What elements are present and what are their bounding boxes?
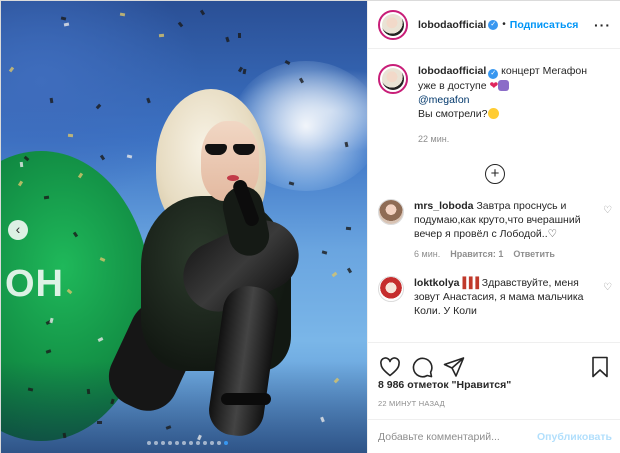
- reply-button[interactable]: Ответить: [513, 249, 555, 259]
- carousel-dot: [210, 441, 214, 445]
- confetti-piece: [126, 154, 133, 159]
- comment-like-heart-icon[interactable]: ♡: [603, 205, 612, 216]
- mention-link[interactable]: @megafon: [418, 94, 470, 106]
- bookmark-icon[interactable]: [588, 355, 612, 379]
- header-separator: •: [502, 19, 506, 30]
- confetti-piece: [60, 16, 67, 21]
- avatar[interactable]: [378, 9, 408, 40]
- confetti-piece: [86, 388, 91, 395]
- confetti-piece: [237, 32, 242, 39]
- carousel-dot: [196, 441, 200, 445]
- comment-avatar[interactable]: [378, 199, 404, 225]
- grinning-emoji-icon: [487, 108, 499, 119]
- confetti-piece: [346, 267, 353, 274]
- comment-icon[interactable]: [410, 355, 434, 379]
- comment-time: 6 мин.: [414, 249, 441, 259]
- confetti-piece: [345, 226, 352, 231]
- comment-username[interactable]: mrs_loboda: [414, 200, 474, 212]
- confetti-piece: [67, 133, 74, 138]
- share-icon[interactable]: [442, 355, 466, 379]
- post-photo[interactable]: ОН ‹: [1, 1, 367, 453]
- stage-shadow: [1, 361, 367, 453]
- confetti-piece: [49, 97, 54, 104]
- carousel-dot: [147, 441, 151, 445]
- singer-shoe: [221, 393, 271, 405]
- list-item: mrs_loboda Завтра проснусь и подумаю,как…: [378, 199, 612, 261]
- carousel-dot: [224, 441, 228, 445]
- comment-likes-link[interactable]: Нравится: 1: [450, 249, 503, 259]
- post-timestamp[interactable]: 22 МИНУТ НАЗАД: [378, 399, 445, 408]
- confetti-piece: [119, 12, 126, 17]
- confetti-piece: [63, 22, 70, 27]
- confetti-piece: [177, 21, 184, 28]
- heart-icon[interactable]: [378, 355, 402, 379]
- comments-section[interactable]: lobodaofficial ✓ концерт Мегафон уже в до…: [368, 50, 620, 342]
- caption: lobodaofficial ✓ концерт Мегафон уже в до…: [378, 64, 612, 146]
- comment-text-block: loktkolya ▌▌▌Здравствуйте, меня зовут Ан…: [414, 276, 596, 318]
- caption-text-block: lobodaofficial ✓ концерт Мегафон уже в до…: [418, 64, 608, 146]
- confetti-piece: [158, 33, 165, 38]
- comment-avatar[interactable]: [378, 276, 404, 302]
- publish-button[interactable]: Опубликовать: [537, 431, 612, 443]
- confetti-piece: [199, 9, 206, 16]
- action-bar: [368, 342, 620, 382]
- caption-question: Вы смотрели?: [418, 108, 488, 120]
- red-bars-emoji-icon: ▌▌▌: [462, 277, 482, 289]
- previous-slide-button[interactable]: ‹: [8, 220, 28, 240]
- red-heart-emoji-icon: ❤: [489, 80, 499, 92]
- post-header: lobodaofficial ✓ • Подписаться ···: [368, 1, 620, 49]
- comment-text-block: mrs_loboda Завтра проснусь и подумаю,как…: [414, 199, 596, 261]
- comment-avatar-image: [379, 277, 403, 301]
- caption-time: 22 мин.: [418, 134, 450, 144]
- carousel-dots: [147, 441, 228, 447]
- carousel-dot: [182, 441, 186, 445]
- confetti-piece: [62, 432, 67, 439]
- person-emoji-icon: [498, 80, 510, 91]
- confetti-piece: [225, 36, 230, 43]
- comment-input[interactable]: [378, 431, 538, 443]
- carousel-dot: [189, 441, 193, 445]
- confetti-piece: [321, 250, 328, 255]
- post-sidebar: lobodaofficial ✓ • Подписаться ··· lobod…: [367, 1, 620, 453]
- add-comment-bar: Опубликовать: [368, 419, 620, 453]
- verified-badge-icon: ✓: [488, 19, 499, 30]
- comment-like-heart-icon[interactable]: ♡: [603, 282, 612, 293]
- instagram-post: ОН ‹ lobodaofficial ✓ • Подписаться ···: [0, 0, 620, 453]
- comment-avatar-image: [379, 200, 403, 224]
- verified-badge-icon: ✓: [488, 69, 499, 79]
- more-options-icon[interactable]: ···: [594, 17, 611, 33]
- banner-text: ОН: [5, 263, 64, 305]
- confetti-piece: [99, 154, 106, 161]
- carousel-dot: [161, 441, 165, 445]
- carousel-dot: [168, 441, 172, 445]
- confetti-piece: [146, 97, 151, 104]
- avatar-image: [382, 13, 404, 36]
- confetti-piece: [95, 103, 102, 110]
- confetti-piece: [8, 66, 15, 73]
- likes-count[interactable]: 8 986 отметок "Нравится": [378, 379, 511, 391]
- confetti-piece: [96, 420, 103, 425]
- carousel-dot: [217, 441, 221, 445]
- carousel-dot: [154, 441, 158, 445]
- confetti-piece: [19, 161, 24, 168]
- caption-avatar-image: [382, 68, 404, 90]
- header-username[interactable]: lobodaofficial: [418, 19, 486, 31]
- white-heart-emoji-icon: ♡: [547, 228, 558, 240]
- confetti-piece: [242, 68, 247, 75]
- caption-username[interactable]: lobodaofficial: [418, 65, 486, 77]
- caption-avatar[interactable]: [378, 64, 408, 94]
- plus-circle-icon[interactable]: +: [485, 164, 505, 184]
- confetti-piece: [331, 271, 338, 278]
- comment-username[interactable]: loktkolya: [414, 277, 460, 289]
- sunglasses: [205, 144, 257, 156]
- carousel-dot: [203, 441, 207, 445]
- comment-meta: 6 мин. Нравится: 1 Ответить: [414, 247, 596, 261]
- carousel-dot: [175, 441, 179, 445]
- list-item: loktkolya ▌▌▌Здравствуйте, меня зовут Ан…: [378, 276, 612, 318]
- follow-button[interactable]: Подписаться: [510, 19, 579, 31]
